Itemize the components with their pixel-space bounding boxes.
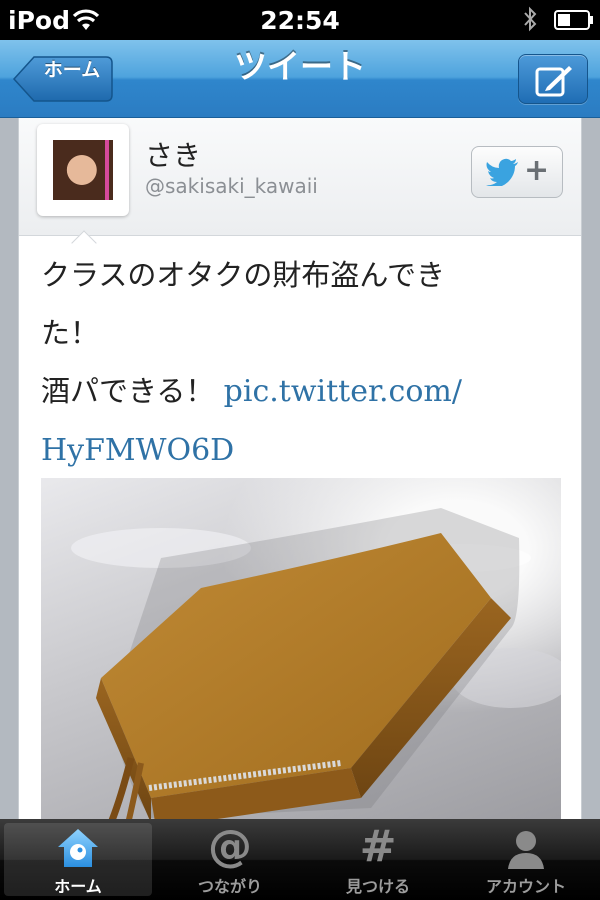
tab-account-label: アカウント [485,877,566,896]
tab-discover[interactable]: # 見つける [304,819,452,900]
avatar-frame[interactable] [37,124,129,216]
tweet-photo-link[interactable]: pic.twitter.com/ [224,374,462,409]
tweet-card: さき @sakisaki_kawaii + クラスのオタクの財布盗んでき た！ … [18,118,582,819]
tweet-photo-link-continued[interactable]: HyFMWO6D [41,433,234,468]
follow-button[interactable]: + [471,146,563,198]
tab-bar: ホーム @ つながり # 見つける アカウント [0,819,600,900]
tab-home[interactable]: ホーム [4,823,152,896]
tab-home-label: ホーム [54,877,102,896]
wallet-photo-image [71,508,561,819]
tweet-detail-view: さき @sakisaki_kawaii + クラスのオタクの財布盗んでき た！ … [0,118,600,819]
at-icon: @ [208,821,252,872]
tab-connect[interactable]: @ つながり [156,819,304,900]
tweet-text-line: 酒パできる！ [41,374,224,408]
tweet-photo[interactable] [41,478,561,819]
tab-discover-label: 見つける [345,877,410,896]
avatar[interactable] [53,140,113,200]
tweet-text-line: クラスのオタクの財布盗んでき [41,258,445,292]
user-handle: @sakisaki_kawaii [145,174,318,198]
navigation-bar: ホーム ツイート [0,40,600,118]
back-button-label: ホーム [43,59,101,81]
bluetooth-icon [524,6,537,32]
page-title: ツイート [234,47,366,86]
hash-icon: # [359,821,397,872]
tweet-text-line: た！ [41,316,100,350]
twitter-bird-icon [486,158,518,186]
tweet-text: クラスのオタクの財布盗んでき た！ 酒パできる！ pic.twitter.com… [41,246,561,480]
user-header[interactable]: さき @sakisaki_kawaii + [19,118,581,236]
clock: 22:54 [260,6,340,35]
follow-plus-icon: + [524,153,550,188]
tweet-text-line-with-link: 酒パできる！ pic.twitter.com/ [41,362,561,421]
home-back-button[interactable]: ホーム [12,55,114,103]
status-bar: iPod 22:54 [0,0,600,40]
home-bird-icon [58,829,98,867]
user-display-name: さき [145,139,202,172]
compose-button[interactable] [518,54,588,104]
tab-connect-label: つながり [197,877,262,896]
person-icon [508,831,544,869]
battery-icon [554,10,593,30]
compose-icon [535,66,572,97]
tab-account[interactable]: アカウント [452,819,600,900]
